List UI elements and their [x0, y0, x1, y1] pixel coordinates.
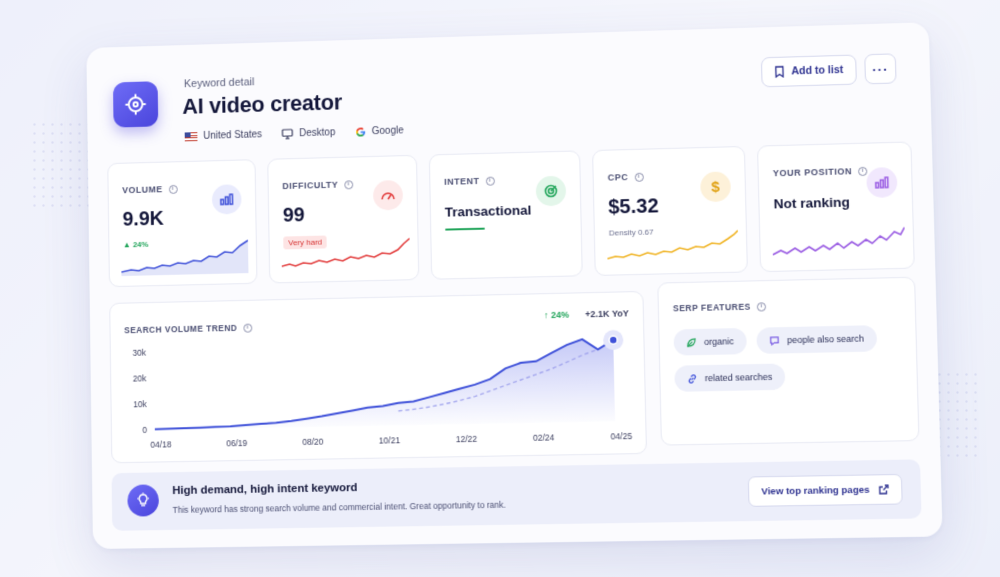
- gauge-icon: [372, 179, 404, 211]
- cpc-label: CPC: [607, 172, 629, 183]
- position-label: YOUR POSITION: [772, 166, 853, 179]
- position-card: YOUR POSITION i Not ranking: [757, 141, 915, 273]
- intent-underline: [445, 227, 485, 231]
- y-tick-label: 0: [142, 425, 147, 435]
- trend-yoy-value: +2.1K YoY: [585, 308, 629, 320]
- info-icon[interactable]: i: [168, 184, 178, 194]
- difficulty-card: DIFFICULTY i 99 Very hard: [267, 154, 420, 284]
- cpc-card: CPC i $ $5.32 Density 0.67: [592, 145, 748, 276]
- lightbulb-icon: [127, 484, 160, 517]
- cpc-sparkline: [607, 225, 739, 264]
- country-label: United States: [203, 129, 263, 142]
- cpc-label-row: CPC i: [608, 172, 644, 183]
- us-flag-icon: [184, 132, 198, 142]
- chip-label: people also search: [787, 333, 865, 346]
- link-icon: [687, 373, 698, 384]
- y-tick-label: 20k: [133, 373, 147, 383]
- monitor-icon: [281, 128, 293, 139]
- banner-title: High demand, high intent keyword: [172, 482, 358, 498]
- add-to-list-label: Add to list: [791, 63, 844, 78]
- chip-label: related searches: [704, 371, 773, 384]
- device-label: Desktop: [299, 127, 336, 140]
- serp-chip-people-also-search[interactable]: people also search: [756, 325, 877, 354]
- x-tick-label: 06/19: [226, 438, 247, 448]
- serp-label: SERP FEATURES: [672, 301, 751, 314]
- banner-text: This keyword has strong search volume an…: [172, 499, 506, 515]
- serp-features-card: SERP FEATURES i organic people also searc…: [657, 276, 920, 446]
- info-icon[interactable]: i: [634, 172, 644, 182]
- view-button-label: View top ranking pages: [761, 484, 870, 498]
- x-tick-label: 04/18: [150, 439, 171, 449]
- google-icon: [355, 127, 366, 137]
- trend-yoy: ↑ 24% +2.1K YoY: [544, 308, 629, 320]
- x-tick-label: 04/25: [611, 431, 633, 442]
- country-filter[interactable]: United States: [184, 129, 263, 142]
- trend-change: ↑ 24%: [543, 309, 570, 321]
- trend-area: [153, 338, 616, 430]
- trend-endpoint-marker: [609, 336, 617, 344]
- difficulty-label: DIFFICULTY: [282, 179, 339, 192]
- engine-label: Google: [371, 125, 404, 138]
- serp-chip-organic[interactable]: organic: [673, 327, 747, 356]
- cpc-value: $5.32: [608, 195, 659, 219]
- volume-sparkline: [121, 237, 249, 277]
- view-top-ranking-pages-button[interactable]: View top ranking pages: [747, 473, 903, 507]
- page-eyebrow: Keyword detail: [183, 76, 255, 91]
- serp-label-row: SERP FEATURES i: [672, 301, 767, 314]
- chat-icon: [769, 335, 780, 346]
- info-icon[interactable]: i: [756, 301, 767, 312]
- target-logo-icon: [112, 81, 159, 128]
- add-to-list-button[interactable]: Add to list: [760, 54, 857, 88]
- dollar-icon: $: [700, 171, 732, 203]
- bar-chart-icon: [866, 167, 898, 199]
- device-filter[interactable]: Desktop: [281, 127, 335, 139]
- info-icon[interactable]: i: [344, 179, 354, 189]
- bookmark-icon: [774, 66, 784, 78]
- difficulty-label-row: DIFFICULTY i: [282, 179, 354, 192]
- leaf-icon: [686, 337, 697, 348]
- info-icon[interactable]: i: [485, 176, 495, 186]
- intent-value: Transactional: [444, 202, 532, 220]
- y-tick-label: 30k: [132, 347, 146, 357]
- difficulty-value: 99: [282, 204, 305, 227]
- volume-value: 9.9K: [122, 207, 164, 231]
- volume-card: VOLUME i 9.9K ▲ 24%: [107, 159, 258, 288]
- search-volume-trend-card: SEARCH VOLUME TREND i ↑ 24% +2.1K YoY 0 10…: [109, 290, 648, 464]
- more-options-button[interactable]: ···: [864, 53, 897, 85]
- serp-chip-related-searches[interactable]: related searches: [674, 363, 785, 392]
- volume-label-row: VOLUME i: [122, 184, 178, 196]
- trend-label: SEARCH VOLUME TREND: [124, 322, 238, 336]
- x-tick-label: 08/20: [302, 437, 323, 447]
- position-value: Not ranking: [773, 194, 850, 212]
- y-tick-label: 10k: [133, 399, 147, 409]
- search-volume-chart: 0 10k 20k 30k 04/18 06/19 08/20 10/21 12/22 02/24…: [132, 329, 633, 450]
- page-title: AI video creator: [182, 89, 343, 119]
- trend-label-row: SEARCH VOLUME TREND i: [124, 322, 253, 336]
- difficulty-sparkline: [281, 233, 410, 272]
- x-tick-label: 10/21: [379, 435, 401, 445]
- x-tick-label: 02/24: [533, 432, 555, 443]
- intent-label-row: INTENT i: [444, 175, 495, 187]
- external-link-icon: [879, 484, 890, 494]
- keyword-detail-card: Keyword detail AI video creator United S…: [86, 22, 943, 550]
- info-icon[interactable]: i: [243, 323, 253, 333]
- intent-card: INTENT i Transactional: [428, 150, 583, 280]
- x-tick-label: 12/22: [456, 434, 478, 445]
- insight-banner: High demand, high intent keyword This ke…: [111, 459, 922, 531]
- target-icon: [535, 175, 567, 207]
- volume-label: VOLUME: [122, 184, 163, 196]
- position-sparkline: [772, 221, 905, 260]
- position-label-row: YOUR POSITION i: [772, 166, 868, 179]
- info-icon[interactable]: i: [858, 166, 868, 176]
- engine-filter[interactable]: Google: [355, 125, 404, 137]
- keyword-meta: United States Desktop Google: [184, 125, 404, 142]
- bar-chart-icon: [211, 184, 242, 215]
- intent-label: INTENT: [444, 175, 480, 187]
- chip-label: organic: [703, 336, 735, 347]
